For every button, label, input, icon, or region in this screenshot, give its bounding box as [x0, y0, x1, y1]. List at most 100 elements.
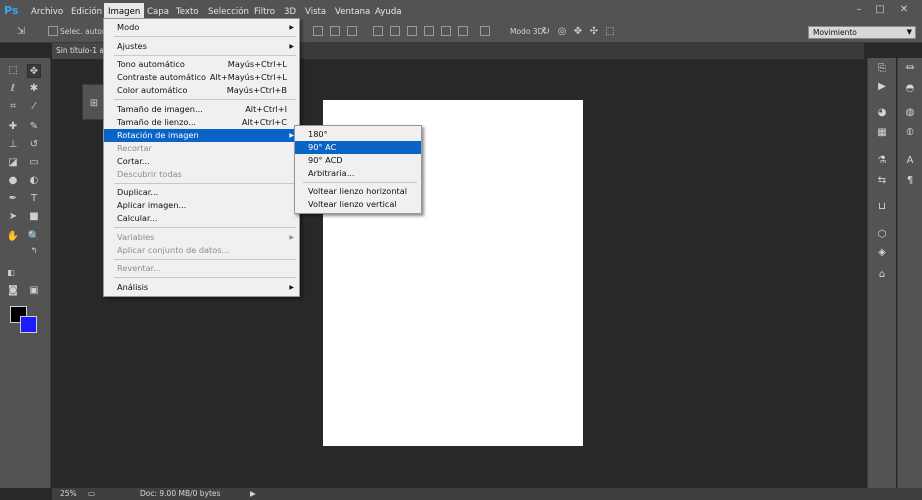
menu-vista[interactable]: Vista — [305, 5, 326, 19]
actions-icon[interactable]: ▶ — [875, 80, 889, 94]
menu-divider — [114, 36, 296, 37]
brush-presets-icon[interactable]: ⊔ — [875, 200, 889, 214]
3d-icon[interactable]: ⬡ — [875, 228, 889, 242]
tools-panel: ⬚ ✥ ℓ ✱ ⌗ ⁄ ✚ ✎ ⊥ ↺ ◪ ▭ ● ◐ ✒ T ➤ ■ ✋ 🔍 … — [0, 58, 51, 488]
background-color-swatch[interactable] — [20, 316, 37, 333]
menu-capa[interactable]: Capa — [147, 5, 169, 19]
menu-archivo[interactable]: Archivo — [31, 5, 63, 19]
history-icon[interactable]: ⎘ — [875, 62, 889, 76]
history-brush-tool-icon[interactable]: ↺ — [27, 138, 41, 152]
menu-edicion[interactable]: Edición — [71, 5, 102, 19]
character-icon[interactable]: A — [903, 154, 917, 168]
menu-item-voltear-horizontal[interactable]: Voltear lienzo horizontal — [295, 185, 421, 198]
rotate-3d-icon[interactable]: ↻ — [539, 25, 553, 39]
menu-item-tamano-lienzo[interactable]: Tamaño de lienzo... Alt+Ctrl+C — [104, 116, 299, 129]
menu-item-arbitraria[interactable]: Arbitraria... — [295, 167, 421, 180]
menu-item-analisis[interactable]: Análisis ▶ — [104, 281, 299, 294]
color-icon[interactable]: ◕ — [875, 106, 889, 120]
auto-align-icon[interactable] — [480, 26, 490, 36]
menu-3d[interactable]: 3D — [284, 5, 296, 19]
default-colors-icon[interactable]: ◧ — [4, 266, 18, 280]
distribute-center-icon[interactable] — [441, 26, 451, 36]
menu-texto[interactable]: Texto — [176, 5, 199, 19]
pen-tool-icon[interactable]: ✒ — [6, 192, 20, 206]
maximize-button[interactable]: □ — [873, 3, 887, 16]
magic-wand-tool-icon[interactable]: ✱ — [27, 82, 41, 96]
scale-3d-icon[interactable]: ⬚ — [603, 25, 617, 39]
hand-tool-icon[interactable]: ✋ — [6, 230, 20, 244]
distribute-middle-icon[interactable] — [390, 26, 400, 36]
menu-item-modo[interactable]: Modo ▶ — [104, 21, 299, 34]
status-toggle-icon[interactable]: ▭ — [88, 489, 95, 498]
status-menu-arrow-icon[interactable]: ▶ — [250, 489, 256, 498]
clone-stamp-tool-icon[interactable]: ⊥ — [6, 138, 20, 152]
lasso-tool-icon[interactable]: ℓ — [6, 82, 20, 96]
menu-item-calcular[interactable]: Calcular... — [104, 212, 299, 225]
gradient-tool-icon[interactable]: ▭ — [27, 156, 41, 170]
distribute-bottom-icon[interactable] — [407, 26, 417, 36]
minimize-button[interactable]: – — [852, 3, 866, 16]
workspace-select[interactable]: Movimiento ▼ — [808, 26, 916, 39]
menu-filtro[interactable]: Filtro — [254, 5, 275, 19]
eyedropper-tool-icon[interactable]: ⁄ — [27, 100, 41, 114]
align-top-icon[interactable] — [313, 26, 323, 36]
navigator-icon[interactable]: ⏛ — [903, 62, 917, 76]
properties-icon[interactable]: ⦶ — [903, 126, 917, 140]
move-tool-preset-icon[interactable]: ⇲ — [14, 25, 28, 39]
drag-3d-icon[interactable]: ✥ — [571, 25, 585, 39]
menu-item-90-acd[interactable]: 90° ACD — [295, 154, 421, 167]
eraser-tool-icon[interactable]: ◪ — [6, 156, 20, 170]
menu-item-recortar: Recortar — [117, 143, 152, 153]
screen-mode-icon[interactable]: ▣ — [27, 284, 41, 298]
path-selection-tool-icon[interactable]: ➤ — [6, 210, 20, 224]
menu-item-duplicar[interactable]: Duplicar... — [104, 186, 299, 199]
close-button[interactable]: ✕ — [897, 3, 911, 16]
align-middle-icon[interactable] — [330, 26, 340, 36]
align-bottom-icon[interactable] — [347, 26, 357, 36]
menu-item-aplicar-imagen[interactable]: Aplicar imagen... — [104, 199, 299, 212]
distribute-top-icon[interactable] — [373, 26, 383, 36]
info-icon[interactable]: ◓ — [903, 82, 917, 96]
crop-tool-icon[interactable]: ⌗ — [6, 100, 20, 114]
menu-seleccion[interactable]: Selección — [208, 5, 249, 19]
blur-tool-icon[interactable]: ● — [6, 174, 20, 188]
menu-item-90-ac[interactable]: 90° AC — [295, 141, 421, 154]
zoom-tool-icon[interactable]: 🔍 — [27, 230, 41, 244]
menu-item-cortar[interactable]: Cortar... — [104, 155, 299, 168]
menu-item-voltear-vertical[interactable]: Voltear lienzo vertical — [295, 198, 421, 211]
adjustments-icon[interactable]: ⚗ — [875, 154, 889, 168]
menu-item-ajustes[interactable]: Ajustes ▶ — [104, 40, 299, 53]
menu-item-rotacion-imagen[interactable]: Rotación de imagen ▶ — [104, 129, 299, 142]
zoom-level[interactable]: 25% — [60, 489, 77, 498]
tool-presets-icon[interactable]: ⇆ — [875, 174, 889, 188]
distribute-right-icon[interactable] — [458, 26, 468, 36]
healing-brush-tool-icon[interactable]: ✚ — [6, 120, 20, 134]
dodge-tool-icon[interactable]: ◐ — [27, 174, 41, 188]
quick-mask-icon[interactable]: ◙ — [6, 284, 20, 298]
histogram-icon[interactable]: ◍ — [903, 106, 917, 120]
marquee-tool-icon[interactable]: ⬚ — [6, 64, 20, 78]
move-tool-icon[interactable]: ✥ — [27, 64, 41, 78]
menu-item-contraste-automatico[interactable]: Contraste automático Alt+Mayús+Ctrl+L — [104, 71, 299, 84]
swap-colors-icon[interactable]: ↰ — [27, 244, 41, 258]
paths-icon[interactable]: ⌂ — [875, 268, 889, 282]
panel-icon[interactable]: ⊞ — [87, 97, 101, 111]
document-tab[interactable]: Sin título-1 al — [52, 43, 106, 59]
auto-select-checkbox[interactable] — [48, 26, 58, 36]
menu-ayuda[interactable]: Ayuda — [375, 5, 402, 19]
distribute-left-icon[interactable] — [424, 26, 434, 36]
menu-item-180[interactable]: 180° — [295, 128, 421, 141]
menu-item-tono-automatico[interactable]: Tono automático Mayús+Ctrl+L — [104, 58, 299, 71]
paragraph-icon[interactable]: ¶ — [903, 174, 917, 188]
menu-item-tamano-imagen[interactable]: Tamaño de imagen... Alt+Ctrl+I — [104, 103, 299, 116]
swatches-icon[interactable]: ▦ — [875, 126, 889, 140]
layers-icon[interactable]: ◈ — [875, 246, 889, 260]
rectangle-tool-icon[interactable]: ■ — [27, 210, 41, 224]
image-menu: Modo ▶ Ajustes ▶ Tono automático Mayús+Ctrl… — [103, 18, 300, 297]
slide-3d-icon[interactable]: ✣ — [587, 25, 601, 39]
roll-3d-icon[interactable]: ◎ — [555, 25, 569, 39]
type-tool-icon[interactable]: T — [27, 192, 41, 206]
menu-ventana[interactable]: Ventana — [335, 5, 370, 19]
brush-tool-icon[interactable]: ✎ — [27, 120, 41, 134]
menu-item-color-automatico[interactable]: Color automático Mayús+Ctrl+B — [104, 84, 299, 97]
